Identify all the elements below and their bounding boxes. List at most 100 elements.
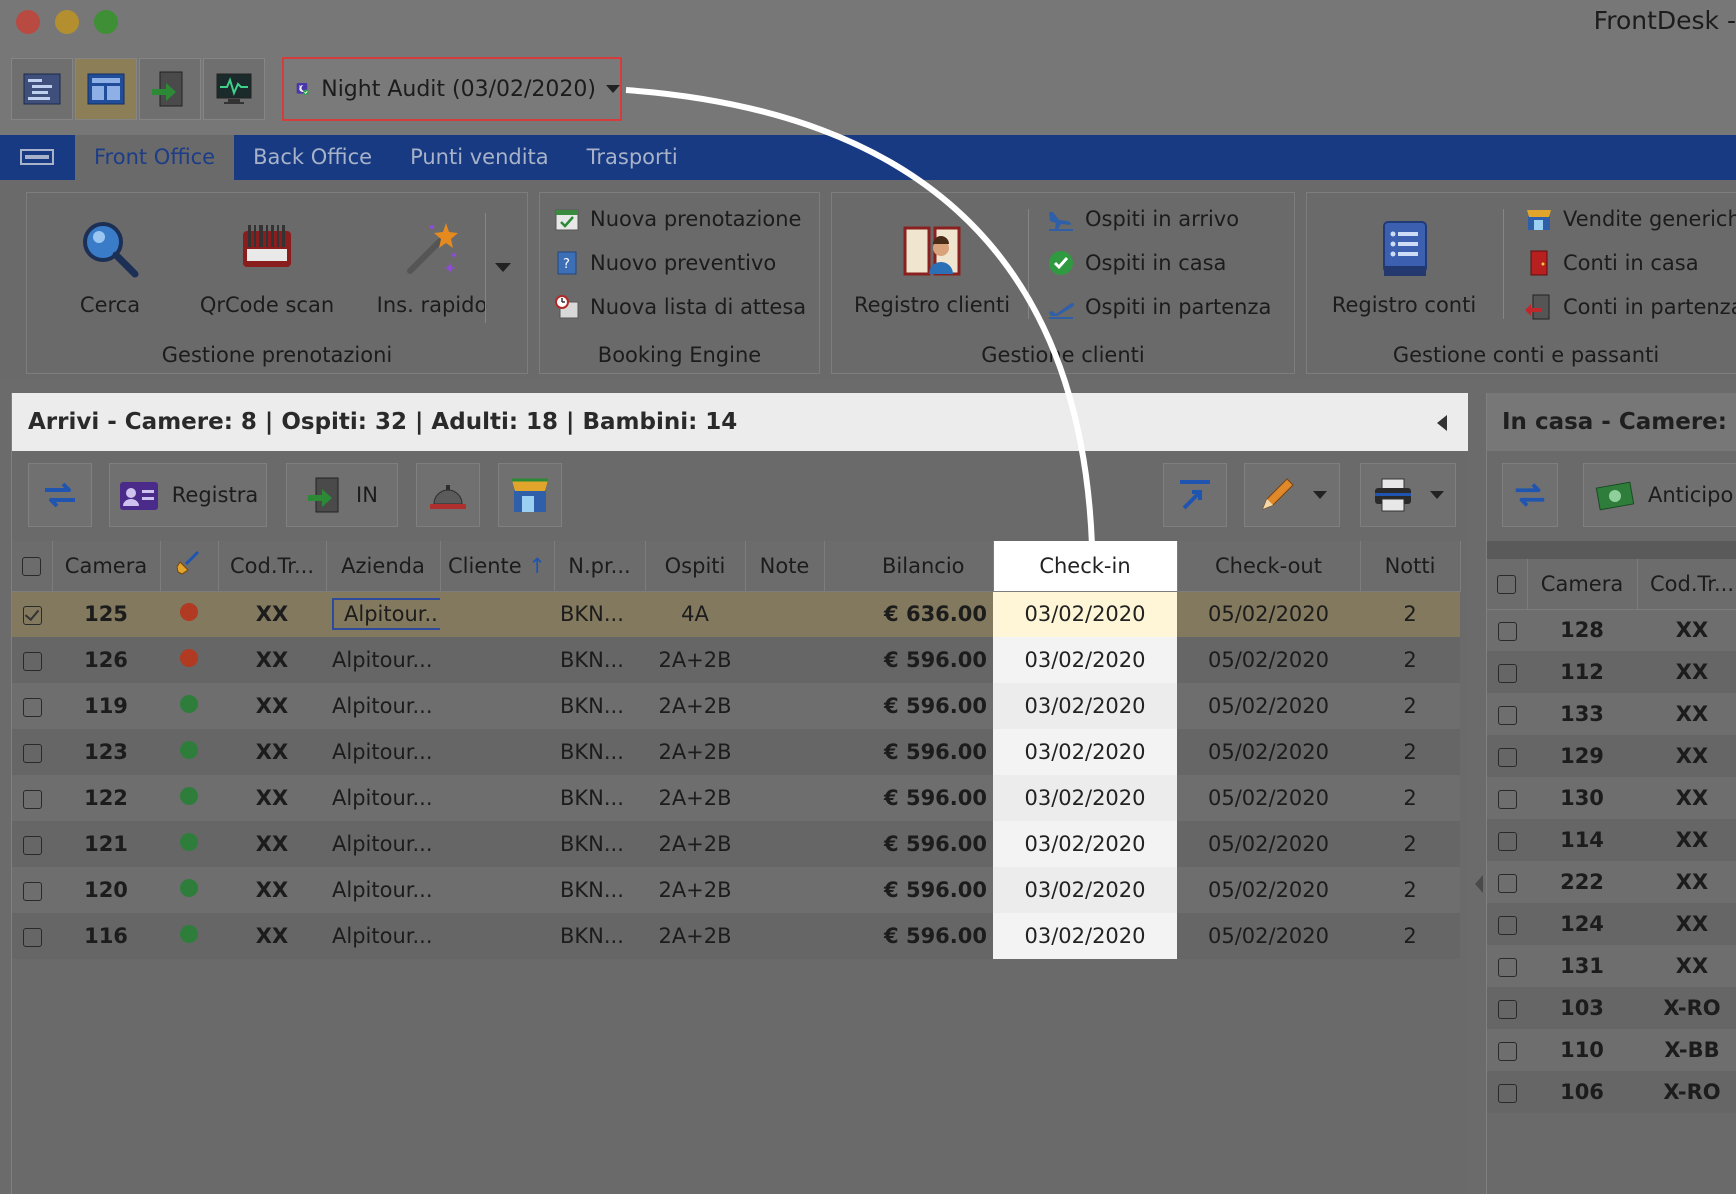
column-notti[interactable]: Notti (1360, 541, 1461, 592)
open-detail-button[interactable] (1163, 463, 1227, 527)
column-azienda[interactable]: Azienda (326, 541, 441, 592)
row-checkbox[interactable] (1487, 735, 1527, 777)
column-camera[interactable]: Camera (52, 541, 161, 592)
tab-back-office[interactable]: Back Office (234, 135, 391, 180)
ribbon-more-dropdown[interactable] (495, 263, 511, 272)
nuova-prenotazione-button[interactable]: Nuova prenotazione (554, 201, 801, 237)
ospiti-in-casa-button[interactable]: Ospiti in casa (1047, 245, 1226, 281)
vendite-generiche-button[interactable]: Vendite generiche (1525, 201, 1736, 237)
table-row[interactable]: 123 XX Alpitour... BKN... 2A+2B € 596.00 03/02… (12, 729, 1460, 775)
column-cleaning[interactable] (160, 541, 219, 592)
row-checkbox[interactable] (12, 591, 52, 637)
cell-azienda[interactable]: Alpitour... (326, 729, 440, 775)
incasa-refresh-button[interactable] (1502, 463, 1558, 527)
cell-azienda[interactable]: Alpitour... (326, 821, 440, 867)
conti-in-casa-button[interactable]: Conti in casa (1525, 245, 1699, 281)
cell-azienda[interactable]: Alpitour... (326, 913, 440, 959)
cerca-button[interactable]: Cerca (45, 217, 175, 317)
row-checkbox[interactable] (12, 637, 52, 683)
column-camera[interactable]: Camera (1527, 559, 1638, 610)
column-note[interactable]: Note (745, 541, 825, 592)
layout-view-button[interactable] (75, 58, 137, 120)
table-row[interactable]: 129 XX (1487, 735, 1736, 777)
row-checkbox[interactable] (1487, 945, 1527, 987)
monitor-button[interactable] (203, 58, 265, 120)
row-checkbox[interactable] (1487, 903, 1527, 945)
table-row[interactable]: 119 XX Alpitour... BKN... 2A+2B € 596.00 03/02… (12, 683, 1460, 729)
night-audit-dropdown[interactable]: Night Audit (03/02/2020) (282, 57, 622, 121)
splitter-grip-icon[interactable] (1475, 875, 1483, 893)
ospiti-in-partenza-button[interactable]: Ospiti in partenza (1047, 289, 1271, 325)
row-checkbox[interactable] (12, 821, 52, 867)
table-row[interactable]: 126 XX Alpitour... BKN... 2A+2B € 596.00 03/02… (12, 637, 1460, 683)
row-checkbox[interactable] (12, 913, 52, 959)
registro-clienti-button[interactable]: Registro clienti (842, 217, 1022, 317)
table-row[interactable]: 124 XX (1487, 903, 1736, 945)
row-checkbox[interactable] (12, 867, 52, 913)
row-checkbox[interactable] (12, 729, 52, 775)
row-checkbox[interactable] (1487, 693, 1527, 735)
table-row[interactable]: 114 XX (1487, 819, 1736, 861)
cell-azienda[interactable]: Alpitour... (326, 683, 440, 729)
table-row[interactable]: 131 XX (1487, 945, 1736, 987)
zoom-window-button[interactable] (94, 10, 118, 34)
cell-azienda[interactable]: Alpitour... (326, 867, 440, 913)
table-row[interactable]: 128 XX (1487, 609, 1736, 651)
select-all-checkbox[interactable] (12, 541, 53, 592)
collapse-arrow-icon[interactable] (1437, 415, 1447, 431)
refresh-button[interactable] (28, 463, 92, 527)
column-cod-tr[interactable]: Cod.Tr... (218, 541, 327, 592)
row-checkbox[interactable] (1487, 861, 1527, 903)
row-checkbox[interactable] (1487, 1029, 1527, 1071)
table-row[interactable]: 122 XX Alpitour... BKN... 2A+2B € 596.00 03/02… (12, 775, 1460, 821)
tab-punti-vendita[interactable]: Punti vendita (391, 135, 568, 180)
table-row[interactable]: 121 XX Alpitour... BKN... 2A+2B € 596.00 03/02… (12, 821, 1460, 867)
reception-bell-button[interactable] (416, 463, 480, 527)
ospiti-in-arrivo-button[interactable]: Ospiti in arrivo (1047, 201, 1239, 237)
edit-dropdown-button[interactable] (1244, 463, 1340, 527)
conti-in-partenza-button[interactable]: Conti in partenza (1525, 289, 1736, 325)
nuovo-preventivo-button[interactable]: ? Nuovo preventivo (554, 245, 776, 281)
tab-front-office[interactable]: Front Office (75, 135, 235, 180)
column-n-pr[interactable]: N.pr... (554, 541, 646, 592)
row-checkbox[interactable] (12, 683, 52, 729)
check-in-button[interactable] (139, 58, 201, 120)
table-row[interactable]: 120 XX Alpitour... BKN... 2A+2B € 596.00 03/02… (12, 867, 1460, 913)
table-row[interactable]: 116 XX Alpitour... BKN... 2A+2B € 596.00 03/02… (12, 913, 1460, 959)
table-row[interactable]: 222 XX (1487, 861, 1736, 903)
tab-trasporti[interactable]: Trasporti (568, 135, 697, 180)
table-row[interactable]: 103 X-RO (1487, 987, 1736, 1029)
in-button[interactable]: IN (286, 463, 398, 527)
row-checkbox[interactable] (1487, 609, 1527, 651)
registro-conti-button[interactable]: Registro conti (1319, 217, 1489, 317)
column-check-out[interactable]: Check-out (1177, 541, 1361, 592)
print-dropdown-button[interactable] (1360, 463, 1456, 527)
anticipo-button[interactable]: Anticipo (1583, 463, 1736, 527)
table-row[interactable]: 110 X-BB (1487, 1029, 1736, 1071)
row-checkbox[interactable] (1487, 651, 1527, 693)
minimize-window-button[interactable] (55, 10, 79, 34)
table-row[interactable]: 130 XX (1487, 777, 1736, 819)
cell-azienda[interactable]: Alpitour... (326, 637, 440, 683)
registra-button[interactable]: Registra (109, 463, 267, 527)
table-row[interactable]: 133 XX (1487, 693, 1736, 735)
row-checkbox[interactable] (1487, 777, 1527, 819)
row-checkbox[interactable] (1487, 1071, 1527, 1113)
row-checkbox[interactable] (12, 775, 52, 821)
menu-icon[interactable] (20, 147, 54, 167)
qrcode-scan-button[interactable]: QrCode scan (192, 217, 342, 317)
close-window-button[interactable] (16, 10, 40, 34)
table-row[interactable]: 112 XX (1487, 651, 1736, 693)
column-cliente[interactable]: Cliente ↑ (440, 541, 555, 592)
list-view-button[interactable] (11, 58, 73, 120)
table-row[interactable]: 125 XX Alpitour... BKN... 4A € 636.00 03/02/20… (12, 591, 1460, 637)
cell-azienda[interactable]: Alpitour... (326, 775, 440, 821)
column-bilancio[interactable]: Bilancio (824, 541, 994, 592)
column-cod-tr[interactable]: Cod.Tr... (1637, 559, 1736, 610)
row-checkbox[interactable] (1487, 987, 1527, 1029)
column-check-in[interactable]: Check-in (993, 541, 1178, 592)
column-ospiti[interactable]: Ospiti (645, 541, 746, 592)
table-row[interactable]: 106 X-RO (1487, 1071, 1736, 1113)
shop-button[interactable] (498, 463, 562, 527)
nuova-lista-attesa-button[interactable]: Nuova lista di attesa (554, 289, 806, 325)
